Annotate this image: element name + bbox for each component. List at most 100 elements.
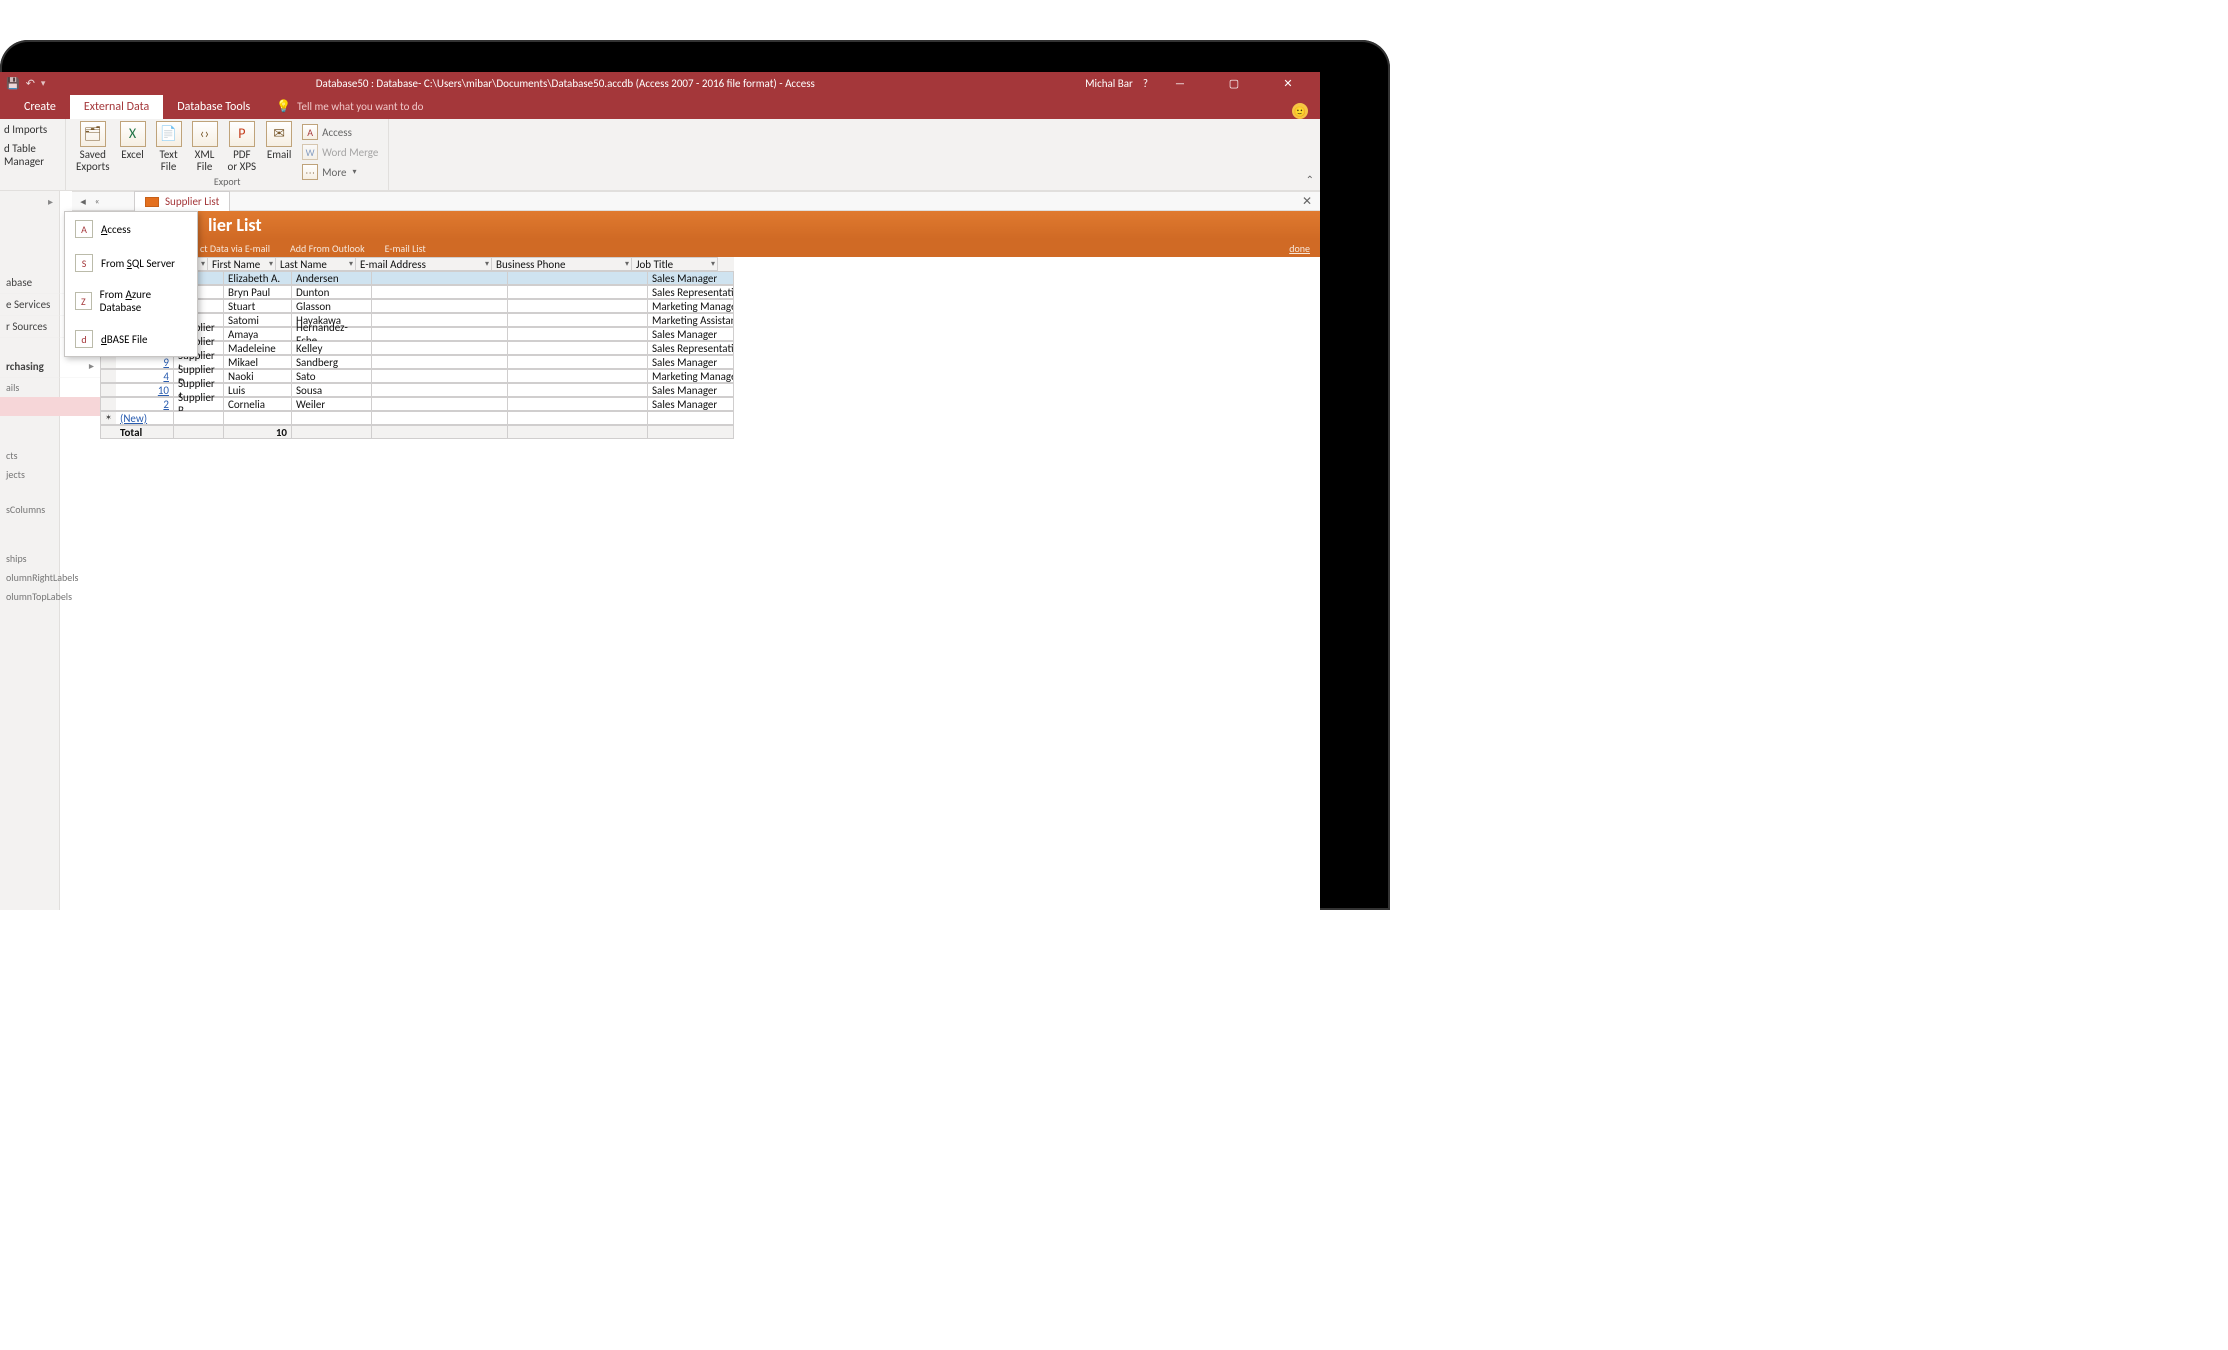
- export-more-button[interactable]: ⋯More▾: [302, 163, 378, 181]
- maximize-button[interactable]: ▢: [1212, 72, 1256, 94]
- col-email[interactable]: E-mail Address▾: [356, 257, 492, 271]
- saved-imports-fragment[interactable]: d Imports: [4, 123, 47, 136]
- qat-customize-icon[interactable]: ▾: [41, 78, 46, 89]
- cell-phone[interactable]: [508, 285, 648, 299]
- col-last-name[interactable]: Last Name▾: [276, 257, 356, 271]
- tell-me-search[interactable]: 💡 Tell me what you want to do: [264, 94, 435, 119]
- cell-email[interactable]: [372, 271, 508, 285]
- cell-id[interactable]: 2: [116, 397, 174, 411]
- chevron-down-icon[interactable]: ▾: [711, 259, 715, 269]
- link-email-list[interactable]: E-mail List: [385, 242, 426, 255]
- qat-save-icon[interactable]: 💾: [6, 77, 20, 90]
- new-record-row[interactable]: ✶ (New): [100, 411, 734, 425]
- nav-item[interactable]: cts: [0, 446, 100, 465]
- cell-first-name[interactable]: Naoki: [224, 369, 292, 383]
- qat-undo-icon[interactable]: ↶: [26, 77, 35, 90]
- table-row[interactable]: 2Supplier BCorneliaWeiler Sales Manager: [100, 397, 734, 411]
- cell-first-name[interactable]: Satomi: [224, 313, 292, 327]
- cell-last-name[interactable]: Dunton: [292, 285, 372, 299]
- cell-job-title[interactable]: Marketing Manage: [648, 369, 734, 383]
- linked-table-manager-fragment[interactable]: d Table Manager: [4, 142, 55, 168]
- chevron-down-icon[interactable]: ▾: [625, 259, 629, 269]
- col-first-name[interactable]: First Name▾: [208, 257, 276, 271]
- cell-last-name[interactable]: Sousa: [292, 383, 372, 397]
- cell-job-title[interactable]: Marketing Assistan: [648, 313, 734, 327]
- cell-last-name[interactable]: Andersen: [292, 271, 372, 285]
- cell-first-name[interactable]: Mikael: [224, 355, 292, 369]
- cell-last-name[interactable]: Sato: [292, 369, 372, 383]
- cell-email[interactable]: [372, 341, 508, 355]
- nav-item[interactable]: olumnRightLabels: [0, 568, 100, 587]
- cell-phone[interactable]: [508, 369, 648, 383]
- cell-job-title[interactable]: Sales Representati: [648, 285, 734, 299]
- export-email-button[interactable]: ✉Email: [266, 121, 292, 161]
- import-dropdown-menu[interactable]: AAccessSFrom SQL ServerZFrom Azure Datab…: [64, 211, 198, 357]
- nav-item[interactable]: sColumns: [0, 500, 100, 519]
- cell-email[interactable]: [372, 369, 508, 383]
- cell-job-title[interactable]: Marketing Manage: [648, 299, 734, 313]
- cell-last-name[interactable]: Hernandez-Eche: [292, 327, 372, 341]
- export-xml-button[interactable]: ‹›XML File: [192, 121, 218, 172]
- tab-nav-prev-icon[interactable]: ◂: [76, 195, 90, 208]
- cell-phone[interactable]: [508, 341, 648, 355]
- user-name[interactable]: Michal Bar: [1085, 77, 1133, 90]
- cell-email[interactable]: [372, 383, 508, 397]
- cell-email[interactable]: [372, 299, 508, 313]
- dropdown-item[interactable]: ZFrom Azure Database: [65, 280, 197, 322]
- export-excel-button[interactable]: XExcel: [120, 121, 146, 161]
- tab-nav-hide-icon[interactable]: «: [90, 196, 104, 207]
- cell-phone[interactable]: [508, 397, 648, 411]
- cell-phone[interactable]: [508, 313, 648, 327]
- link-add-outlook[interactable]: Add From Outlook: [290, 242, 365, 255]
- row-selector[interactable]: [100, 355, 116, 369]
- cell-first-name[interactable]: Cornelia: [224, 397, 292, 411]
- cell-email[interactable]: [372, 285, 508, 299]
- feedback-smiley-icon[interactable]: 🙂: [1292, 103, 1308, 119]
- cell-last-name[interactable]: Weiler: [292, 397, 372, 411]
- chevron-down-icon[interactable]: ▾: [269, 259, 273, 269]
- nav-group-purchasing[interactable]: rchasing▴: [0, 356, 100, 378]
- ribbon-collapse-icon[interactable]: ⌃: [1306, 173, 1314, 186]
- doc-tab-supplier-list[interactable]: Supplier List: [134, 191, 230, 211]
- navigation-pane[interactable]: abase▸ e Services▸ r Sources▸ rchasing▴ …: [0, 272, 100, 910]
- cell-last-name[interactable]: Kelley: [292, 341, 372, 355]
- cell-phone[interactable]: [508, 271, 648, 285]
- cell-job-title[interactable]: Sales Manager: [648, 271, 734, 285]
- cell-first-name[interactable]: Elizabeth A.: [224, 271, 292, 285]
- cell-company[interactable]: Supplier B: [174, 397, 224, 411]
- cell-first-name[interactable]: Amaya: [224, 327, 292, 341]
- col-job-title[interactable]: Job Title▾: [632, 257, 718, 271]
- chevron-down-icon[interactable]: ▾: [485, 259, 489, 269]
- link-done[interactable]: done: [1289, 242, 1310, 255]
- dropdown-item[interactable]: SFrom SQL Server: [65, 246, 197, 280]
- cell-id[interactable]: 9: [116, 355, 174, 369]
- doc-tab-close-icon[interactable]: ✕: [1302, 194, 1312, 209]
- cell-job-title[interactable]: Sales Representati: [648, 341, 734, 355]
- saved-exports-button[interactable]: 🗂Saved Exports: [76, 121, 110, 172]
- nav-item-selected[interactable]: [0, 397, 100, 416]
- close-button[interactable]: ✕: [1266, 72, 1310, 94]
- tab-database-tools[interactable]: Database Tools: [163, 95, 264, 119]
- cell-job-title[interactable]: Sales Manager: [648, 327, 734, 341]
- nav-item[interactable]: ships: [0, 549, 100, 568]
- tab-create[interactable]: Create: [10, 95, 70, 119]
- row-selector[interactable]: [100, 397, 116, 411]
- dropdown-item[interactable]: AAccess: [65, 212, 197, 246]
- minimize-button[interactable]: —: [1158, 72, 1202, 94]
- chevron-down-icon[interactable]: ▾: [201, 259, 205, 269]
- tab-external-data[interactable]: External Data: [70, 95, 163, 119]
- cell-email[interactable]: [372, 313, 508, 327]
- nav-expand-icon[interactable]: ▸: [0, 191, 59, 212]
- row-selector[interactable]: [100, 383, 116, 397]
- cell-job-title[interactable]: Sales Manager: [648, 383, 734, 397]
- cell-email[interactable]: [372, 397, 508, 411]
- cell-id[interactable]: 10: [116, 383, 174, 397]
- link-collect-email[interactable]: ct Data via E-mail: [200, 242, 270, 255]
- cell-job-title[interactable]: Sales Manager: [648, 397, 734, 411]
- export-pdf-button[interactable]: PPDF or XPS: [228, 121, 257, 172]
- cell-first-name[interactable]: Madeleine: [224, 341, 292, 355]
- chevron-down-icon[interactable]: ▾: [349, 259, 353, 269]
- cell-first-name[interactable]: Bryn Paul: [224, 285, 292, 299]
- export-access-button[interactable]: AAccess: [302, 123, 378, 141]
- cell-job-title[interactable]: Sales Manager: [648, 355, 734, 369]
